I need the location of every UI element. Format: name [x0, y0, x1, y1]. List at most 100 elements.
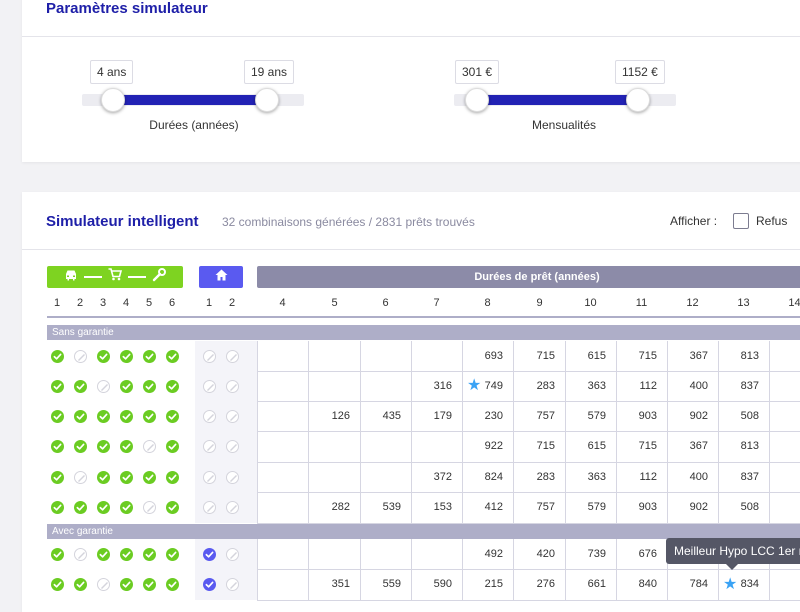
- loan-cell[interactable]: 367: [667, 431, 719, 463]
- loan-cell[interactable]: 367: [667, 341, 719, 372]
- home-filter-button[interactable]: [199, 266, 243, 288]
- duration-column-number: 11: [635, 297, 648, 309]
- payment-min-handle[interactable]: [465, 88, 489, 112]
- loan-cell[interactable]: 559: [360, 569, 412, 601]
- loan-cell[interactable]: 7: [769, 431, 800, 463]
- loan-cell[interactable]: 363: [565, 371, 617, 402]
- loan-cell[interactable]: 215: [462, 569, 514, 601]
- loan-cell: [257, 401, 309, 432]
- loan-cell[interactable]: 400: [667, 371, 719, 402]
- loan-cell: [257, 431, 309, 463]
- loan-cell[interactable]: 112: [616, 371, 668, 402]
- payment-max-handle[interactable]: [626, 88, 650, 112]
- check-icon: [165, 379, 179, 393]
- loan-cell[interactable]: 615: [565, 341, 617, 372]
- disabled-icon: [202, 470, 216, 484]
- check-icon: [142, 470, 156, 484]
- loan-cell[interactable]: 492: [462, 539, 514, 570]
- disabled-icon: [142, 501, 156, 514]
- check-icon: [142, 379, 156, 393]
- loan-cell[interactable]: 283: [514, 371, 566, 402]
- loan-cell[interactable]: 435: [360, 401, 412, 432]
- loan-cell: [360, 341, 412, 372]
- loan-cell[interactable]: 412: [462, 492, 514, 524]
- guarantee-filter-button[interactable]: [47, 266, 183, 288]
- disabled-icon: [225, 349, 239, 363]
- loan-cell[interactable]: 7: [769, 341, 800, 372]
- loan-cell[interactable]: 420: [514, 539, 566, 570]
- disabled-icon: [73, 349, 87, 363]
- loan-cell[interactable]: 4: [769, 462, 800, 493]
- loan-cell[interactable]: 316: [411, 371, 463, 402]
- loan-cell[interactable]: 112: [616, 462, 668, 493]
- loan-cell[interactable]: 153: [411, 492, 463, 524]
- payment-slider-range: [477, 95, 637, 105]
- loan-cell[interactable]: 400: [667, 462, 719, 493]
- loan-cell: [257, 371, 309, 402]
- disabled-icon: [73, 547, 87, 561]
- loan-cell[interactable]: 372: [411, 462, 463, 493]
- simulator-subtitle: 32 combinaisons générées / 2831 prêts tr…: [222, 215, 475, 229]
- loan-cell: [309, 371, 361, 402]
- loan-cell[interactable]: 508: [718, 492, 770, 524]
- loan-cell[interactable]: 282: [309, 492, 361, 524]
- loan-cell[interactable]: 902: [667, 401, 719, 432]
- loan-cell[interactable]: 757: [514, 401, 566, 432]
- loan-cell[interactable]: 922: [462, 431, 514, 463]
- loan-cell[interactable]: 539: [360, 492, 412, 524]
- loan-cell[interactable]: 837: [718, 371, 770, 402]
- loan-cell[interactable]: 715: [616, 341, 668, 372]
- loan-cell[interactable]: 4: [769, 371, 800, 402]
- loan-cell[interactable]: 693: [462, 341, 514, 372]
- loan-cell[interactable]: 615: [565, 431, 617, 463]
- loan-cell[interactable]: 230: [462, 401, 514, 432]
- disabled-icon: [225, 501, 239, 514]
- loan-cell[interactable]: 813: [718, 431, 770, 463]
- loan-cell[interactable]: 579: [565, 401, 617, 432]
- best-offer-star-icon[interactable]: ★: [723, 574, 737, 594]
- disabled-icon: [202, 379, 216, 393]
- loan-cell[interactable]: 276: [514, 569, 566, 601]
- home-column-number: 1: [205, 297, 213, 309]
- best-offer-tooltip: Meilleur Hypo LCC 1er ra: [666, 538, 800, 564]
- loan-cell[interactable]: 363: [565, 462, 617, 493]
- refus-checkbox[interactable]: [733, 213, 749, 229]
- loan-cell[interactable]: 813: [718, 341, 770, 372]
- loan-cell[interactable]: 8: [769, 492, 800, 524]
- disabled-icon: [142, 440, 156, 453]
- duration-column-number: 6: [382, 297, 389, 309]
- best-offer-star-icon[interactable]: ★: [467, 375, 481, 395]
- loan-cell[interactable]: 902: [667, 492, 719, 524]
- duration-max-handle[interactable]: [255, 88, 279, 112]
- loan-cell[interactable]: 840: [616, 569, 668, 601]
- loan-cell[interactable]: 351: [309, 569, 361, 601]
- check-icon: [50, 470, 64, 484]
- loan-cell[interactable]: 715: [616, 431, 668, 463]
- loan-cell[interactable]: 715: [514, 431, 566, 463]
- loan-cell[interactable]: 179: [411, 401, 463, 432]
- loan-cell[interactable]: 837: [718, 462, 770, 493]
- loan-cell[interactable]: 903: [616, 401, 668, 432]
- check-icon: [50, 440, 64, 453]
- duration-min-handle[interactable]: [101, 88, 125, 112]
- disabled-icon: [73, 470, 87, 484]
- loan-cell[interactable]: 715: [514, 341, 566, 372]
- loan-cell[interactable]: 508: [718, 401, 770, 432]
- check-icon: [50, 379, 64, 393]
- loan-cell[interactable]: 661: [565, 569, 617, 601]
- check-icon: [165, 501, 179, 514]
- loan-cell[interactable]: 676: [616, 539, 668, 570]
- loan-cell[interactable]: 739: [565, 539, 617, 570]
- loan-cell[interactable]: 283: [514, 462, 566, 493]
- check-icon: [96, 547, 110, 561]
- check-icon: [96, 501, 110, 514]
- loan-cell[interactable]: 784: [667, 569, 719, 601]
- duration-slider-range: [112, 95, 267, 105]
- loan-cell[interactable]: 824: [462, 462, 514, 493]
- loan-cell[interactable]: 590: [411, 569, 463, 601]
- loan-cell[interactable]: 126: [309, 401, 361, 432]
- loan-cell[interactable]: 8: [769, 401, 800, 432]
- loan-cell[interactable]: 903: [616, 492, 668, 524]
- loan-cell[interactable]: 579: [565, 492, 617, 524]
- loan-cell[interactable]: 757: [514, 492, 566, 524]
